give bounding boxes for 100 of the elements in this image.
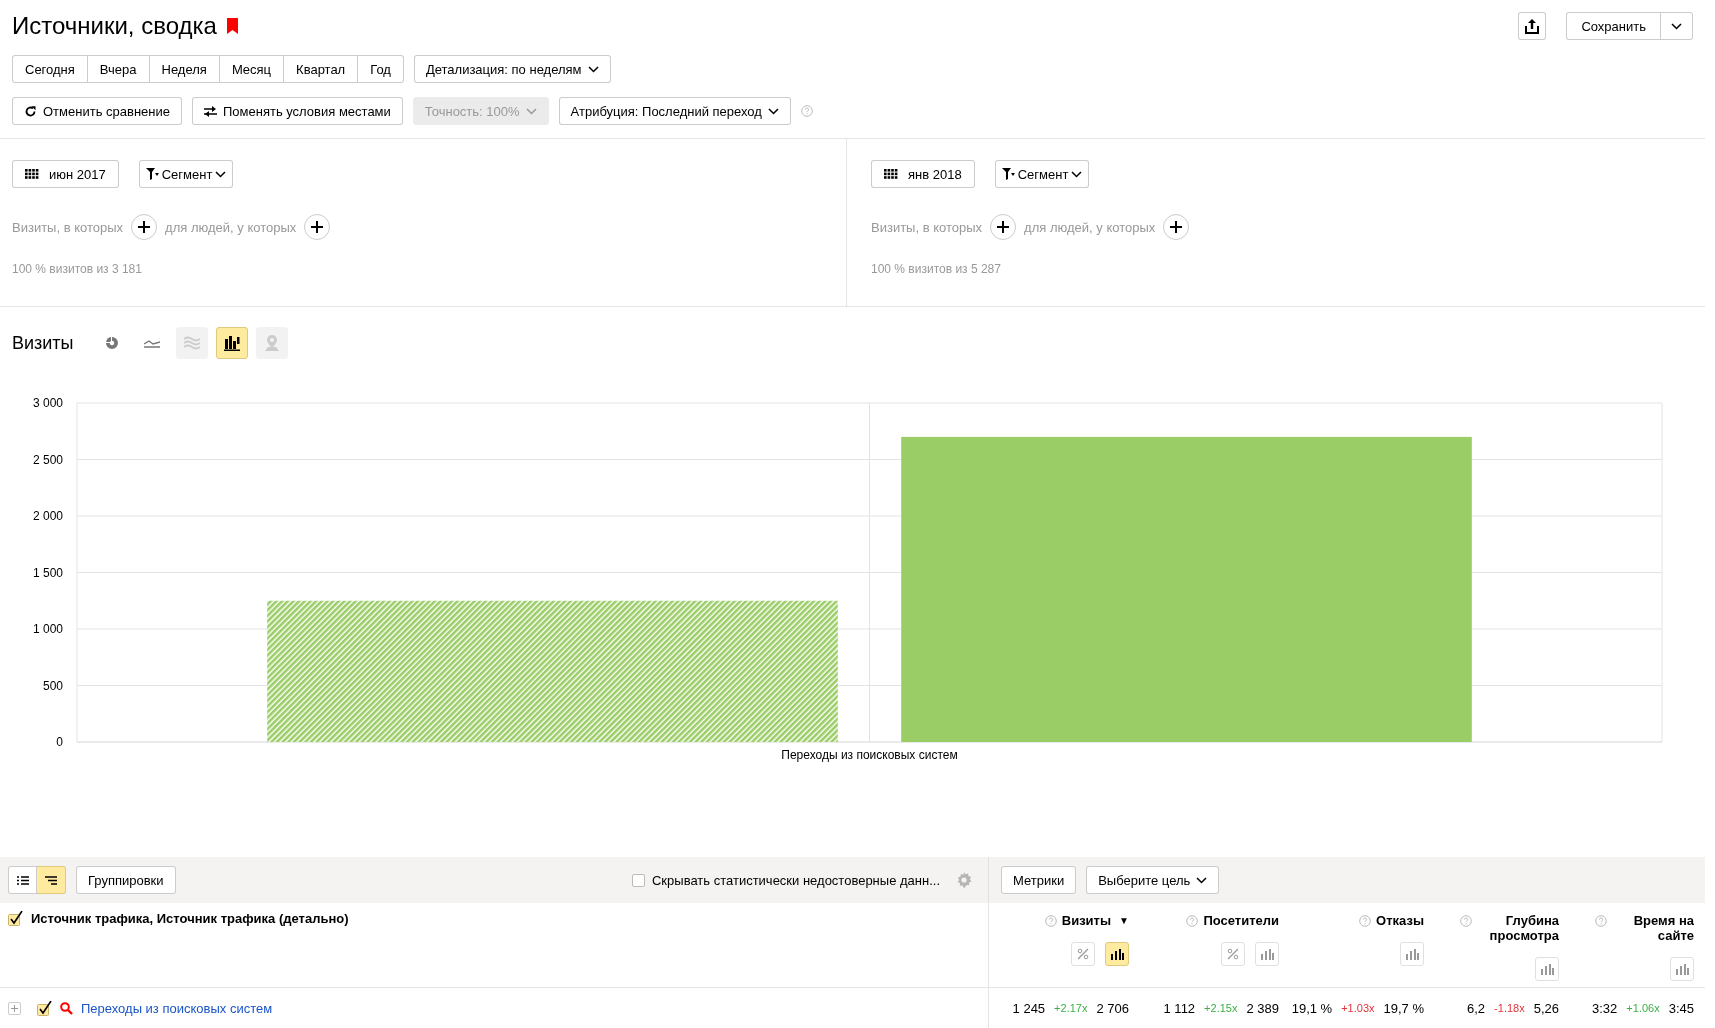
metrics-button[interactable]: Метрики — [1001, 866, 1077, 894]
save-menu-button[interactable] — [1661, 12, 1693, 40]
segment-dropdown[interactable]: Сегмент — [138, 160, 234, 188]
plus-icon — [11, 1004, 18, 1012]
add-condition-button[interactable] — [1163, 214, 1190, 240]
axis-tick-label: 3 000 — [32, 396, 63, 410]
hide-unreliable-checkbox[interactable]: Скрывать статистически недостоверные данн... — [632, 872, 940, 888]
swap-icon — [203, 105, 217, 117]
percent-icon — [1077, 948, 1089, 960]
column-header[interactable]: Визиты — [1061, 913, 1112, 928]
table-cell: 3:45 — [1668, 1000, 1694, 1016]
view-mode-button[interactable] — [37, 866, 66, 894]
refresh-icon — [24, 104, 37, 118]
help-icon[interactable] — [1595, 915, 1607, 927]
save-button[interactable]: Сохранить — [1566, 12, 1661, 40]
dropdown[interactable]: Атрибуция: Последний переход — [558, 97, 791, 125]
date-button[interactable]: июн 2017 — [12, 160, 119, 188]
bar-chart-icon — [1260, 948, 1274, 960]
column-header[interactable]: Отказы — [1376, 913, 1424, 928]
filter-icon — [145, 168, 159, 180]
table-cell: 6,2 — [1467, 1000, 1486, 1016]
column-header[interactable]: Посетители — [1203, 913, 1279, 928]
ratio-value: +2.15x — [1204, 1002, 1238, 1014]
chevron-icon — [525, 107, 537, 115]
chart-type-button[interactable] — [215, 327, 248, 359]
filter-icon — [1001, 168, 1015, 180]
percent-toggle[interactable] — [1071, 942, 1095, 966]
tree-list-icon — [45, 875, 57, 885]
help-icon[interactable] — [1460, 915, 1472, 927]
settings-icon[interactable] — [956, 872, 972, 888]
help-icon[interactable] — [1044, 915, 1057, 927]
period-tab[interactable]: Вчера — [86, 55, 149, 83]
search-icon — [60, 1001, 73, 1015]
expand-button[interactable] — [8, 1001, 21, 1015]
date-button[interactable]: янв 2018 — [871, 160, 975, 188]
period-tab[interactable]: Квартал — [283, 55, 358, 83]
table-cell: 1 245 — [1012, 1000, 1046, 1016]
category-label: Переходы из поисковых систем — [781, 748, 958, 762]
list-icon — [16, 875, 29, 885]
chart-toggle[interactable] — [1400, 942, 1424, 966]
period-tab[interactable]: Год — [357, 55, 404, 83]
table-cell: 2 389 — [1246, 1000, 1279, 1016]
page-title: Источники, сводка — [12, 12, 217, 40]
map-pin-icon — [264, 335, 279, 351]
bookmark-icon[interactable] — [226, 18, 238, 34]
plus-icon — [1170, 221, 1183, 233]
bar-chart-icon — [1110, 948, 1124, 960]
axis-tick-label: 2 500 — [32, 452, 63, 467]
help-icon[interactable] — [1359, 915, 1372, 927]
add-condition-button[interactable] — [990, 214, 1017, 240]
view-mode-button[interactable] — [8, 866, 37, 894]
period-tab[interactable]: Месяц — [218, 55, 284, 83]
add-condition-button[interactable] — [304, 214, 331, 240]
chevron-icon — [215, 170, 227, 178]
period-tab[interactable]: Сегодня — [12, 55, 87, 83]
detail-dropdown[interactable]: Детализация: по неделям — [413, 55, 611, 83]
action-button[interactable]: Поменять условия местами — [191, 97, 403, 125]
table-cell: 3:32 — [1592, 1000, 1618, 1016]
segment-dropdown[interactable]: Сегмент — [994, 160, 1090, 188]
chevron-icon — [1071, 170, 1083, 178]
area-chart-icon — [183, 336, 200, 350]
chart-toggle[interactable] — [1255, 942, 1279, 966]
share-icon — [1525, 18, 1540, 34]
column-header[interactable]: Глубина просмотра — [1477, 913, 1559, 943]
checkbox[interactable] — [37, 1000, 52, 1016]
ratio-value: -1.18x — [1494, 1002, 1525, 1014]
sort-indicator[interactable]: ▼ — [1119, 915, 1129, 926]
chart-toggle[interactable] — [1670, 957, 1694, 981]
ratio-value: +1.03x — [1341, 1002, 1375, 1014]
ratio-value: +2.17x — [1054, 1002, 1088, 1014]
help-icon[interactable] — [800, 105, 813, 117]
groupings-button[interactable]: Группировки — [76, 866, 176, 894]
column-header[interactable]: Время на сайте — [1612, 913, 1694, 943]
checkbox[interactable] — [8, 911, 23, 926]
table-cell: 5,26 — [1533, 1000, 1559, 1016]
chevron-icon — [587, 65, 599, 73]
help-icon[interactable] — [1186, 915, 1199, 927]
chart-title: Визиты — [12, 332, 74, 354]
axis-tick-label: 1 500 — [32, 565, 63, 580]
source-link[interactable]: Переходы из поисковых систем — [81, 1000, 273, 1016]
condition-label: для людей, у которых — [1024, 219, 1156, 235]
chart-toggle[interactable] — [1535, 957, 1559, 981]
chevron-icon — [1196, 876, 1208, 884]
axis-tick-label: 1 000 — [32, 622, 63, 636]
action-button[interactable]: Отменить сравнение — [12, 97, 182, 125]
calendar-icon — [884, 169, 898, 179]
add-condition-button[interactable] — [131, 214, 158, 240]
condition-label: для людей, у которых — [165, 219, 297, 235]
chart-toggle[interactable] — [1105, 942, 1129, 966]
period-tab[interactable]: Неделя — [148, 55, 219, 83]
table-cell: 19,7 % — [1383, 1000, 1424, 1016]
export-button[interactable] — [1518, 12, 1547, 40]
checkbox[interactable] — [632, 873, 645, 887]
column-header: Источник трафика, Источник трафика (детально) — [31, 911, 349, 926]
plus-icon — [138, 221, 151, 233]
coverage-text: 100 % визитов из 3 181 — [12, 262, 143, 276]
condition-label: Визиты, в которых — [871, 219, 983, 235]
goal-dropdown[interactable]: Выберите цель — [1086, 866, 1220, 894]
table-cell: 2 706 — [1096, 1000, 1129, 1016]
percent-toggle[interactable] — [1221, 942, 1245, 966]
